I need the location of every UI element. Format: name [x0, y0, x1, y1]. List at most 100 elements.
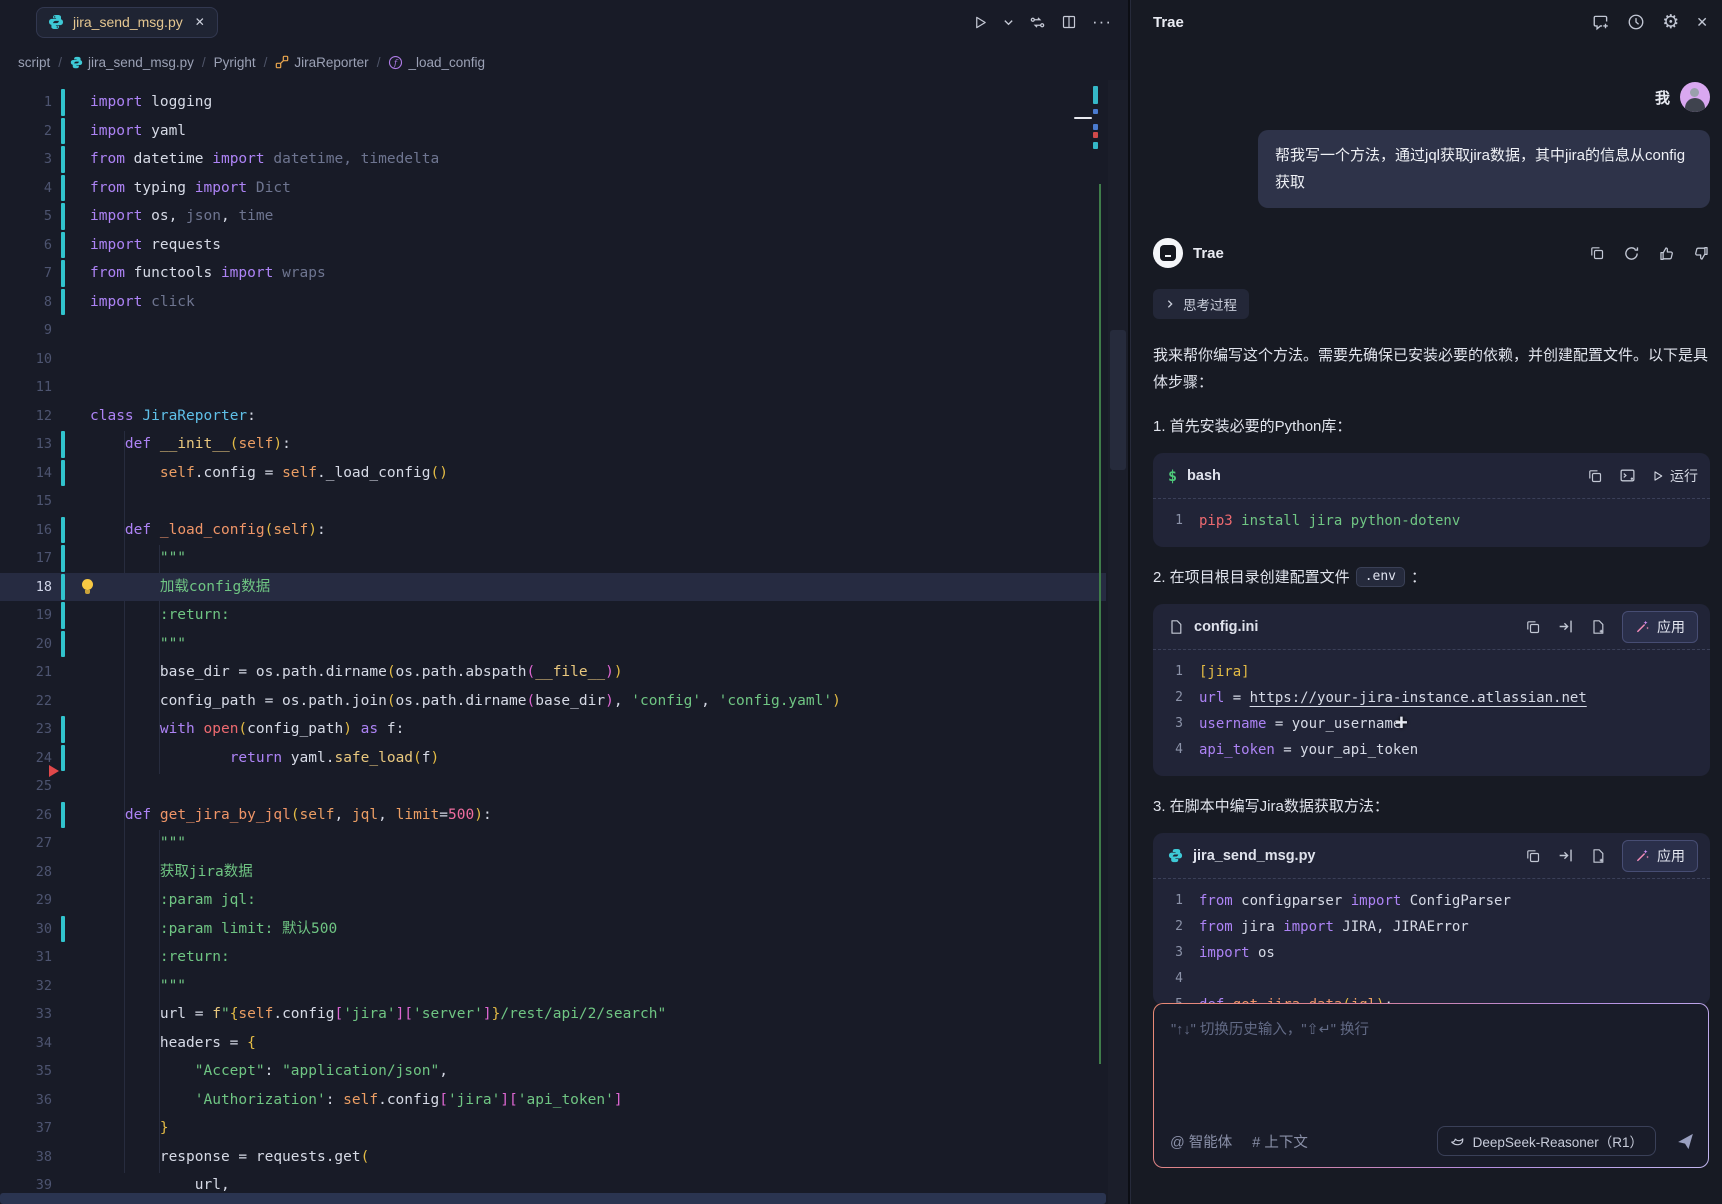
breadcrumb-pyright[interactable]: Pyright — [214, 55, 256, 70]
editor-code-line[interactable]: 30 :param limit: 默认500 — [0, 915, 1106, 944]
trae-avatar — [1153, 238, 1183, 268]
breadcrumb-file[interactable]: jira_send_msg.py — [70, 55, 194, 70]
ruler-modified-mark — [1093, 142, 1098, 149]
editor-code-line[interactable]: 20 """ — [0, 630, 1106, 659]
code-editor[interactable]: 1import logging2import yaml3from datetim… — [0, 80, 1128, 1204]
editor-code-line[interactable]: 22 config_path = os.path.join(os.path.di… — [0, 687, 1106, 716]
model-selector[interactable]: DeepSeek-Reasoner（R1） — [1437, 1126, 1656, 1156]
python-icon — [1168, 848, 1183, 863]
editor-code-line[interactable]: 19 :return: — [0, 601, 1106, 630]
editor-code-line[interactable]: 17 """ — [0, 544, 1106, 573]
editor-code-line[interactable]: 8import click — [0, 288, 1106, 317]
run-command-button[interactable]: 运行 — [1652, 466, 1698, 486]
editor-code-line[interactable]: 37 } — [0, 1114, 1106, 1143]
editor-scrollbar-thumb[interactable] — [1110, 330, 1126, 470]
editor-code-line[interactable]: 24 return yaml.safe_load(f) — [0, 744, 1106, 773]
editor-code-line[interactable]: 26 def get_jira_by_jql(self, jql, limit=… — [0, 801, 1106, 830]
history-icon[interactable] — [1627, 13, 1645, 31]
line-number: 27 — [0, 829, 52, 858]
code-token — [90, 721, 160, 737]
tab-jira-send-msg[interactable]: jira_send_msg.py ✕ — [36, 7, 218, 38]
breadcrumb-class[interactable]: JiraReporter — [275, 55, 368, 70]
lightbulb-icon[interactable] — [82, 579, 93, 590]
editor-code-line[interactable]: 15 — [0, 487, 1106, 516]
thinking-process-toggle[interactable]: 思考过程 — [1153, 289, 1249, 319]
add-context-button[interactable]: # 上下文 — [1252, 1131, 1308, 1152]
split-editor-icon[interactable] — [1061, 14, 1077, 30]
editor-code-line[interactable]: 21 base_dir = os.path.dirname(os.path.ab… — [0, 658, 1106, 687]
insert-to-terminal-icon[interactable] — [1619, 467, 1636, 484]
editor-code-line[interactable]: 33 url = f"{self.config['jira']['server'… — [0, 1000, 1106, 1029]
line-number: 8 — [0, 288, 52, 317]
copy-code-icon[interactable] — [1587, 468, 1603, 484]
settings-gear-icon[interactable]: ⚙ — [1662, 13, 1679, 32]
editor-code-line[interactable]: 7from functools import wraps — [0, 259, 1106, 288]
editor-code-line[interactable]: 11 — [0, 373, 1106, 402]
close-panel-icon[interactable]: ✕ — [1696, 14, 1708, 31]
breadcrumb-method[interactable]: f _load_config — [388, 55, 485, 70]
apply-code-button[interactable]: 应用 — [1622, 840, 1698, 872]
editor-code-line[interactable]: 6import requests — [0, 231, 1106, 260]
chat-input-box[interactable]: "↑↓" 切换历史输入，"⇧↵" 换行 @ 智能体 # 上下文 DeepSeek… — [1153, 1003, 1709, 1168]
mention-agent-button[interactable]: @ 智能体 — [1170, 1131, 1232, 1152]
run-dropdown-chevron-icon[interactable] — [1003, 17, 1014, 28]
editor-code-line[interactable]: 5import os, json, time — [0, 202, 1106, 231]
editor-code-line[interactable]: 25 — [0, 772, 1106, 801]
code-token: , — [701, 693, 718, 709]
new-chat-icon[interactable] — [1592, 13, 1610, 31]
editor-code-line[interactable]: 3from datetime import datetime, timedelt… — [0, 145, 1106, 174]
editor-horizontal-scrollbar[interactable] — [0, 1193, 1106, 1204]
code-token: 'config' — [631, 693, 701, 709]
compare-changes-icon[interactable] — [1029, 14, 1046, 31]
editor-code-line[interactable]: 4from typing import Dict — [0, 174, 1106, 203]
editor-vertical-scrollbar[interactable] — [1108, 80, 1128, 1204]
editor-code-line[interactable]: 29 :param jql: — [0, 886, 1106, 915]
editor-code-line[interactable]: 9 — [0, 316, 1106, 345]
copy-code-icon[interactable] — [1525, 619, 1541, 635]
code-token: yaml — [142, 123, 186, 139]
breadcrumb-script[interactable]: script — [18, 55, 50, 70]
chat-body: 我 帮我写一个方法，通过jql获取jira数据，其中jira的信息从config… — [1131, 44, 1722, 1204]
editor-code-line[interactable]: 1import logging — [0, 88, 1106, 117]
tab-close-icon[interactable]: ✕ — [195, 15, 205, 29]
code-token: ( — [291, 807, 300, 823]
git-change-bar — [61, 175, 65, 202]
editor-code-line[interactable]: 38 response = requests.get( — [0, 1143, 1106, 1172]
ruler-added-line — [1099, 184, 1101, 1064]
editor-code-line[interactable]: 34 headers = { — [0, 1029, 1106, 1058]
code-token: { — [247, 1035, 256, 1051]
editor-code-line[interactable]: 23 with open(config_path) as f: — [0, 715, 1106, 744]
editor-code-line[interactable]: 31 :return: — [0, 943, 1106, 972]
editor-code-line[interactable]: 13 def __init__(self): — [0, 430, 1106, 459]
more-actions-icon[interactable]: ··· — [1092, 12, 1112, 32]
code-token: ) — [343, 721, 352, 737]
editor-code-line[interactable]: 14 self.config = self._load_config() — [0, 459, 1106, 488]
insert-to-editor-icon[interactable] — [1557, 847, 1574, 864]
new-file-icon[interactable] — [1590, 848, 1606, 864]
regenerate-icon[interactable] — [1623, 245, 1640, 262]
editor-code-line[interactable]: 2import yaml — [0, 117, 1106, 146]
send-message-icon[interactable] — [1676, 1132, 1695, 1151]
apply-code-button[interactable]: 应用 — [1622, 611, 1698, 643]
editor-code-line[interactable]: 12class JiraReporter: — [0, 402, 1106, 431]
copy-code-icon[interactable] — [1525, 848, 1541, 864]
editor-code-line[interactable]: 18 加载config数据 — [0, 573, 1106, 602]
editor-code-line[interactable]: 16 def _load_config(self): — [0, 516, 1106, 545]
editor-code-line[interactable]: 28 获取jira数据 — [0, 858, 1106, 887]
line-number: 1 — [1153, 659, 1183, 685]
new-file-icon[interactable] — [1590, 619, 1606, 635]
editor-code-line[interactable]: 32 """ — [0, 972, 1106, 1001]
line-number: 3 — [1153, 940, 1183, 966]
editor-code-line[interactable]: 36 'Authorization': self.config['jira'][… — [0, 1086, 1106, 1115]
run-button[interactable] — [973, 15, 988, 30]
insert-to-editor-icon[interactable] — [1557, 618, 1574, 635]
editor-code-line[interactable]: 10 — [0, 345, 1106, 374]
tab-filename: jira_send_msg.py — [73, 14, 183, 30]
thumbs-up-icon[interactable] — [1658, 245, 1675, 262]
editor-code-line[interactable]: 35 "Accept": "application/json", — [0, 1057, 1106, 1086]
copy-message-icon[interactable] — [1589, 245, 1605, 261]
chat-input-placeholder: "↑↓" 切换历史输入，"⇧↵" 换行 — [1171, 1018, 1369, 1039]
code-token: functools — [125, 265, 221, 281]
editor-code-line[interactable]: 27 """ — [0, 829, 1106, 858]
thumbs-down-icon[interactable] — [1693, 245, 1710, 262]
